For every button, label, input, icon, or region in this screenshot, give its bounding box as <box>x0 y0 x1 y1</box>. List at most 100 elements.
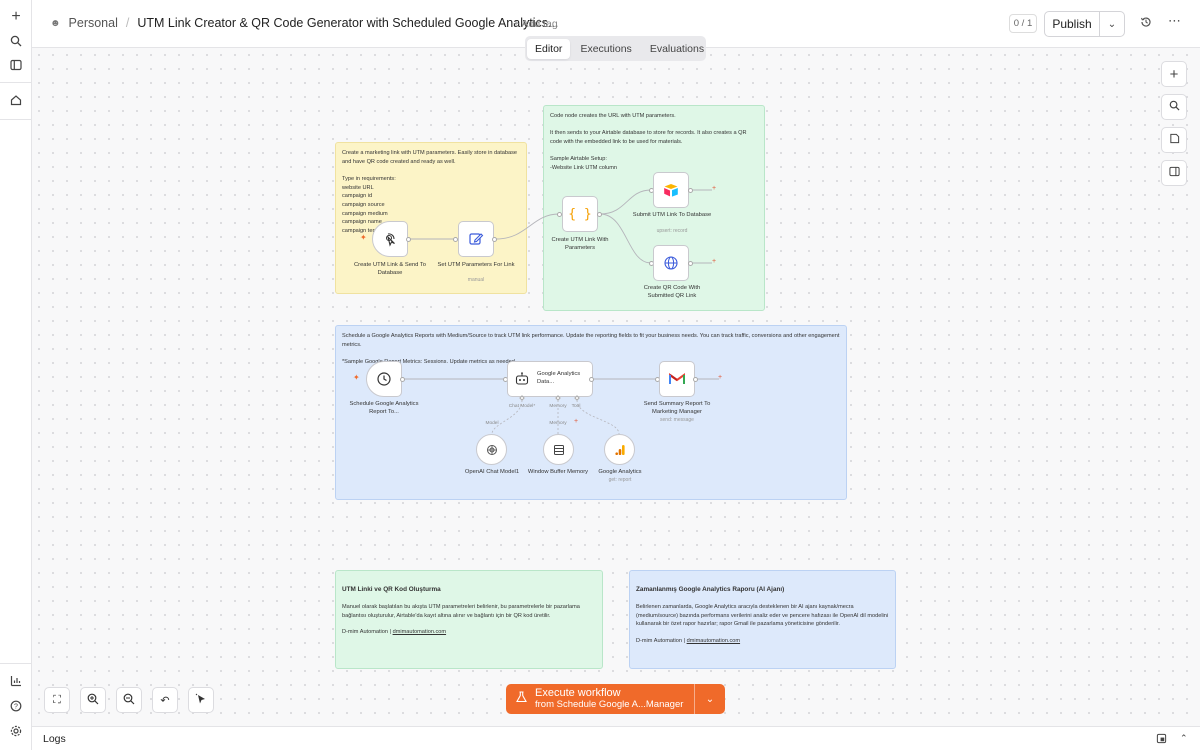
gmail-icon <box>669 373 685 385</box>
tab-executions[interactable]: Executions <box>572 39 639 59</box>
output-port[interactable] <box>597 212 602 217</box>
panel-toggle-icon[interactable] <box>7 56 25 74</box>
output-port[interactable] <box>589 377 594 382</box>
more-options-icon[interactable]: ⋯ <box>1168 13 1181 29</box>
help-icon[interactable]: ? <box>7 697 25 715</box>
node-ai-agent[interactable]: Google Analytics Data... <box>507 361 593 397</box>
output-port[interactable] <box>688 188 693 193</box>
publish-button[interactable]: Publish <box>1045 12 1100 36</box>
zoom-in-icon <box>87 693 99 708</box>
node-create-qr-code[interactable] <box>653 245 689 281</box>
node-gmail[interactable] <box>659 361 695 397</box>
add-tool-plus-icon[interactable]: + <box>574 418 578 425</box>
search-icon <box>1169 100 1180 114</box>
active-counter: 0 / 1 <box>1009 14 1037 33</box>
connections-layer <box>404 189 719 435</box>
home-icon[interactable] <box>7 91 25 109</box>
execute-workflow-button[interactable]: Execute workflow from Schedule Google A.… <box>506 684 695 714</box>
add-node-plus-icon[interactable]: + <box>718 374 722 381</box>
port-label: Model <box>485 421 499 426</box>
panel-right-icon <box>1168 166 1180 180</box>
fit-view-button[interactable]: ⛶ <box>44 687 70 713</box>
airtable-icon <box>663 183 679 197</box>
node-openai-chat-model[interactable] <box>476 434 507 465</box>
popout-icon[interactable] <box>1156 733 1167 747</box>
logs-panel-bar[interactable]: Logs ⌃ <box>32 726 1200 750</box>
tab-editor[interactable]: Editor <box>527 38 571 59</box>
output-port[interactable] <box>693 377 698 382</box>
node-label: Send Summary Report To Marketing Manager <box>643 401 711 415</box>
node-label: Google Analytics <box>598 469 642 475</box>
node-label: Google Analytics Data... <box>537 371 581 385</box>
output-port[interactable] <box>406 237 411 242</box>
undo-icon: ↶ <box>160 694 170 707</box>
breadcrumb-separator: / <box>125 16 130 30</box>
logs-label: Logs <box>43 732 66 745</box>
node-label: Schedule Google Analytics Report To... <box>349 401 419 415</box>
add-node-plus-icon[interactable]: + <box>712 258 716 265</box>
publish-button-group: Publish ⌄ <box>1044 11 1125 37</box>
connection-line <box>495 213 560 240</box>
search-icon[interactable] <box>7 32 25 50</box>
node-subtitle: get: report <box>608 477 632 483</box>
node-subtitle: upsert: record <box>656 228 688 234</box>
workflow-canvas[interactable]: Create a marketing link with UTM paramet… <box>32 48 1200 726</box>
chevron-down-icon[interactable]: ⌄ <box>695 684 725 714</box>
workflow-title[interactable]: UTM Link Creator & QR Code Generator wit… <box>137 16 558 30</box>
node-set-utm-parameters[interactable] <box>458 221 494 257</box>
fullscreen-icon: ⛶ <box>53 693 61 706</box>
edit-icon <box>468 231 484 247</box>
insights-icon[interactable] <box>7 672 25 690</box>
tab-evaluations[interactable]: Evaluations <box>642 39 712 59</box>
openai-icon <box>485 443 499 457</box>
port-label: Chat Model* <box>508 404 536 409</box>
node-label: Submit UTM Link To Database <box>632 212 712 218</box>
analytics-icon <box>614 444 626 456</box>
node-label: Set UTM Parameters For Link <box>437 262 515 268</box>
output-port[interactable] <box>688 261 693 266</box>
zoom-out-button[interactable] <box>116 687 142 713</box>
tidy-up-button[interactable] <box>188 687 214 713</box>
workspace-link[interactable]: Personal <box>69 16 118 30</box>
user-icon: ☻ <box>50 17 61 29</box>
node-window-buffer-memory[interactable] <box>543 434 574 465</box>
node-google-analytics[interactable] <box>604 434 635 465</box>
execute-workflow-button-group: Execute workflow from Schedule Google A.… <box>506 684 725 714</box>
toggle-panel-button[interactable] <box>1161 160 1187 186</box>
chevron-down-icon[interactable]: ⌄ <box>1100 12 1124 36</box>
sticky-note-icon <box>1169 133 1180 147</box>
history-icon[interactable] <box>1140 16 1152 31</box>
node-schedule-trigger[interactable] <box>366 361 402 397</box>
search-nodes-button[interactable] <box>1161 94 1187 120</box>
settings-gear-icon[interactable] <box>7 722 25 740</box>
trigger-bolt-icon: ✦ <box>353 373 360 382</box>
trigger-bolt-icon: ✦ <box>360 233 367 242</box>
execute-label: Execute workflow <box>535 687 621 700</box>
plus-icon[interactable]: + <box>7 8 25 26</box>
plus-icon: + <box>1169 65 1179 83</box>
pointer-click-icon <box>382 231 398 247</box>
view-tabs: Editor Executions Evaluations <box>525 36 706 61</box>
node-create-utm-link-trigger[interactable] <box>372 221 408 257</box>
output-port[interactable] <box>400 377 405 382</box>
zoom-out-icon <box>123 693 135 708</box>
flask-icon <box>516 690 527 708</box>
node-create-utm-link-code[interactable]: { } <box>562 196 598 232</box>
add-node-button[interactable]: + <box>1161 61 1187 87</box>
cursor-sparkle-icon <box>195 693 207 708</box>
undo-button[interactable]: ↶ <box>152 687 178 713</box>
node-airtable[interactable] <box>653 172 689 208</box>
chevron-up-icon[interactable]: ⌃ <box>1180 733 1188 744</box>
zoom-in-button[interactable] <box>80 687 106 713</box>
execute-sublabel: from Schedule Google A...Manager <box>535 698 684 710</box>
add-sticky-note-button[interactable] <box>1161 127 1187 153</box>
clock-icon <box>376 371 392 387</box>
connection-line <box>599 189 652 215</box>
output-port[interactable] <box>492 237 497 242</box>
breadcrumb: ☻ Personal / UTM Link Creator & QR Code … <box>50 16 558 30</box>
add-tag-button[interactable]: + Add tag <box>513 18 558 30</box>
add-node-plus-icon[interactable]: + <box>712 185 716 192</box>
robot-icon <box>514 371 530 387</box>
node-subtitle: manual <box>467 277 485 283</box>
svg-text:?: ? <box>14 704 18 711</box>
